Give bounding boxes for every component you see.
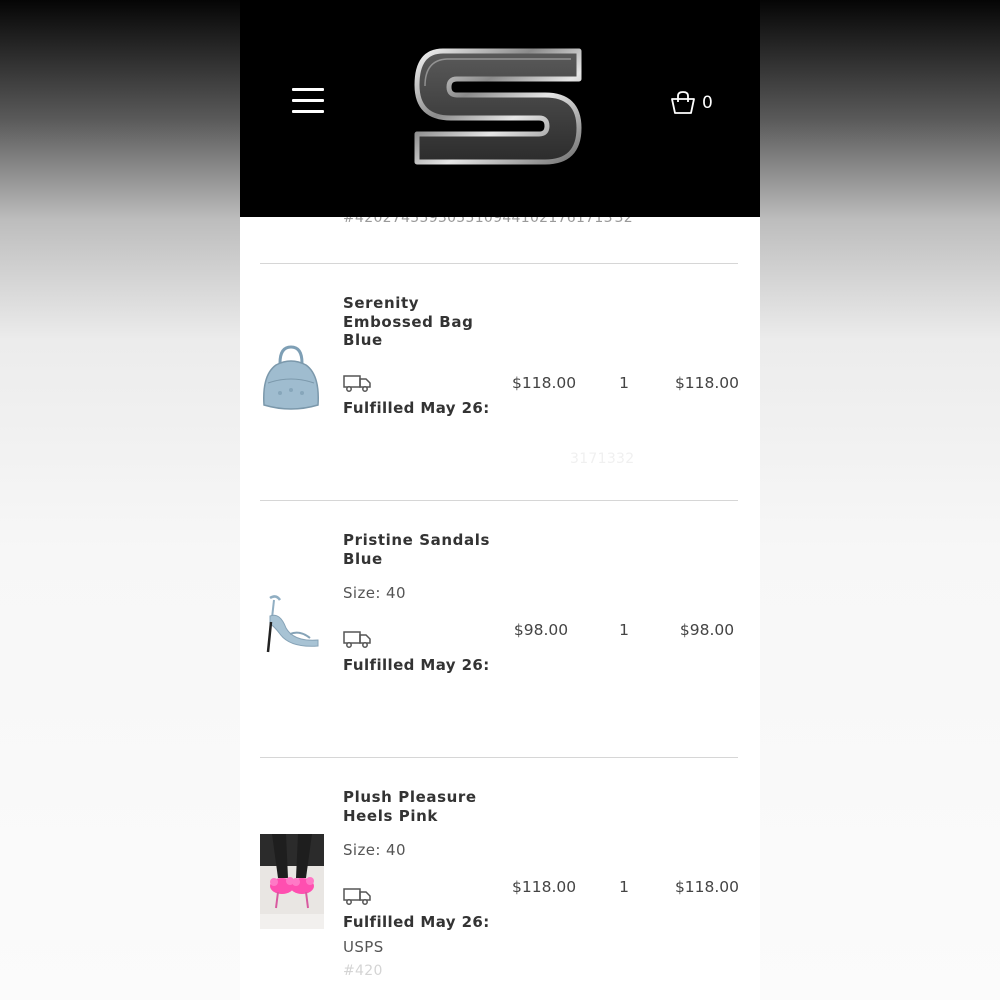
item-price: $98.00 bbox=[513, 621, 569, 639]
item-total: $118.00 bbox=[674, 878, 740, 896]
pink-heels-photo[interactable] bbox=[260, 834, 324, 929]
product-name[interactable]: Serenity Embossed Bag Blue bbox=[343, 294, 493, 350]
item-total: $98.00 bbox=[679, 621, 735, 639]
fulfillment-status: Fulfilled May 26: bbox=[343, 656, 490, 674]
divider bbox=[260, 757, 738, 758]
item-price: $118.00 bbox=[512, 878, 577, 896]
item-total: $118.00 bbox=[674, 374, 740, 392]
cart-count: 0 bbox=[702, 93, 713, 113]
blue-sandal-image[interactable] bbox=[260, 590, 322, 654]
mobile-page: 0 #4202745593055109441021761713 32 Seren… bbox=[240, 0, 760, 1000]
hamburger-menu-icon[interactable] bbox=[292, 88, 324, 114]
cart-button[interactable]: 0 bbox=[670, 88, 713, 118]
item-quantity: 1 bbox=[619, 374, 629, 392]
item-quantity: 1 bbox=[619, 878, 629, 896]
shopping-bag-icon bbox=[671, 91, 695, 114]
fulfillment-status: Fulfilled May 26: bbox=[343, 913, 490, 931]
tracking-number-faded: #420 bbox=[343, 963, 383, 979]
s-letter-logo[interactable] bbox=[413, 46, 583, 166]
site-header: 0 bbox=[240, 0, 760, 217]
truck-icon bbox=[343, 375, 371, 392]
shipping-carrier: USPS bbox=[343, 938, 384, 956]
fulfillment-status: Fulfilled May 26: bbox=[343, 399, 490, 417]
truck-icon bbox=[343, 631, 371, 648]
blue-handbag-image[interactable] bbox=[260, 345, 322, 413]
truck-icon bbox=[343, 888, 371, 905]
product-size: Size: 40 bbox=[343, 584, 406, 602]
item-quantity: 1 bbox=[619, 621, 629, 639]
tracking-number-faded: 3171332 bbox=[570, 451, 635, 467]
item-price: $118.00 bbox=[512, 374, 577, 392]
product-size: Size: 40 bbox=[343, 841, 406, 859]
product-name[interactable]: Plush Pleasure Heels Pink bbox=[343, 788, 493, 825]
product-name[interactable]: Pristine Sandals Blue bbox=[343, 531, 493, 568]
divider bbox=[260, 263, 738, 264]
divider bbox=[260, 500, 738, 501]
